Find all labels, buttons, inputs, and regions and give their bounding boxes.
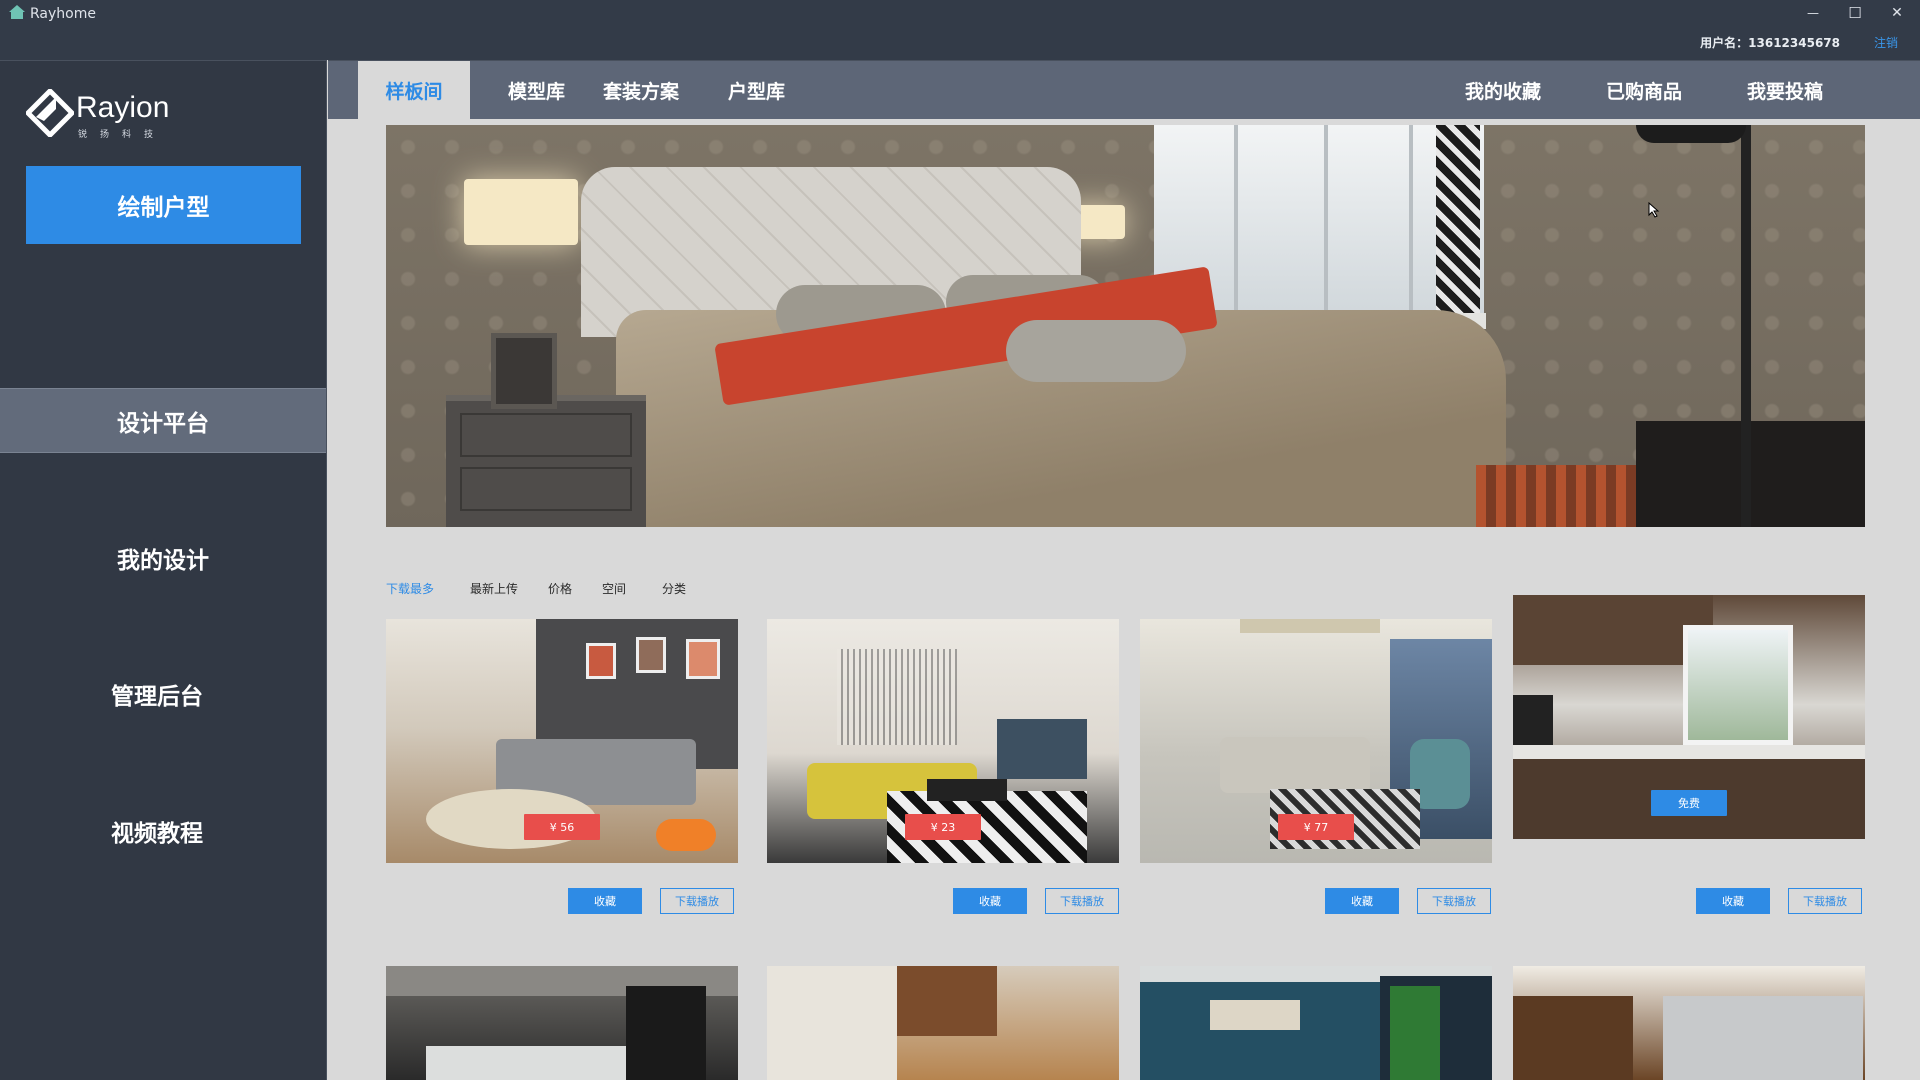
window-titlebar: Rayhome — ☐ ✕ (0, 0, 1920, 26)
tab-purchased[interactable]: 已购商品 (1606, 61, 1682, 120)
featured-banner[interactable] (386, 125, 1865, 527)
tab-submit[interactable]: 我要投稿 (1747, 61, 1823, 120)
house-icon (8, 4, 26, 24)
favorite-button[interactable]: 收藏 (1325, 888, 1399, 914)
download-play-button[interactable]: 下载播放 (1417, 888, 1491, 914)
sidebar: Rayion 锐扬科技 绘制户型 设计平台 我的设计 管理后台 视频教程 (0, 60, 327, 1080)
banner-lamp-shade-top (1636, 125, 1746, 143)
tab-my-favorites[interactable]: 我的收藏 (1465, 61, 1541, 120)
sidebar-item-video-tutorials[interactable]: 视频教程 (0, 798, 320, 863)
design-card-thumbnail[interactable]: ¥ 77 (1140, 619, 1492, 863)
price-badge: ¥ 23 (905, 814, 981, 840)
sidebar-item-my-designs[interactable]: 我的设计 (0, 525, 326, 590)
username-label: 用户名：13612345678 (1700, 36, 1840, 50)
draw-floorplan-button[interactable]: 绘制户型 (26, 166, 301, 244)
price-badge: 免费 (1651, 790, 1727, 816)
design-card-thumbnail[interactable] (767, 966, 1119, 1080)
design-card-thumbnail[interactable] (386, 966, 738, 1080)
sidebar-item-design-platform[interactable]: 设计平台 (0, 388, 326, 453)
banner-floor-lamp (1741, 125, 1751, 527)
design-card-thumbnail[interactable]: ¥ 23 (767, 619, 1119, 863)
filter-category[interactable]: 分类 (662, 580, 686, 597)
banner-nightstand (446, 395, 646, 527)
filter-price[interactable]: 价格 (548, 580, 572, 597)
download-play-button[interactable]: 下载播放 (660, 888, 734, 914)
maximize-icon: ☐ (1848, 4, 1862, 22)
logout-link[interactable]: 注销 (1874, 34, 1898, 51)
favorite-button[interactable]: 收藏 (1696, 888, 1770, 914)
design-card-thumbnail[interactable] (1513, 966, 1865, 1080)
minimize-button[interactable]: — (1796, 2, 1830, 24)
close-button[interactable]: ✕ (1880, 2, 1914, 24)
design-card-thumbnail[interactable]: ¥ 56 (386, 619, 738, 863)
rayion-logo-icon (24, 87, 76, 141)
mouse-cursor-icon (1648, 201, 1660, 222)
tab-showroom[interactable]: 样板间 (358, 61, 470, 120)
favorite-button[interactable]: 收藏 (568, 888, 642, 914)
banner-lamp-left (464, 179, 578, 245)
sidebar-item-admin[interactable]: 管理后台 (0, 661, 320, 726)
favorite-button[interactable]: 收藏 (953, 888, 1027, 914)
close-icon: ✕ (1891, 5, 1903, 21)
maximize-button[interactable]: ☐ (1838, 2, 1872, 24)
download-play-button[interactable]: 下载播放 (1045, 888, 1119, 914)
design-card-thumbnail[interactable] (1140, 966, 1492, 1080)
user-bar: 用户名：13612345678 注销 (0, 26, 1920, 60)
tab-package-plans[interactable]: 套装方案 (603, 61, 679, 120)
download-play-button[interactable]: 下载播放 (1788, 888, 1862, 914)
tab-model-library[interactable]: 模型库 (508, 61, 565, 120)
logo-subtitle: 锐扬科技 (78, 130, 167, 140)
top-tabbar: 样板间 模型库 套装方案 户型库 我的收藏 已购商品 我要投稿 (328, 60, 1920, 120)
banner-pillow (1006, 320, 1186, 382)
banner-curtain (1436, 125, 1480, 325)
logo-word: Rayion (76, 91, 170, 124)
banner-photo-frame (491, 333, 557, 409)
app-title: Rayhome (8, 4, 96, 24)
tab-floorplan-library[interactable]: 户型库 (728, 61, 785, 120)
logo: Rayion 锐扬科技 (24, 87, 186, 143)
price-badge: ¥ 56 (524, 814, 600, 840)
minimize-icon: — (1807, 6, 1819, 20)
filter-space[interactable]: 空间 (602, 580, 626, 597)
filter-most-downloaded[interactable]: 下载最多 (386, 580, 434, 597)
app-title-text: Rayhome (30, 6, 96, 22)
design-card-thumbnail[interactable]: 免费 (1513, 595, 1865, 839)
price-badge: ¥ 77 (1278, 814, 1354, 840)
filter-latest[interactable]: 最新上传 (470, 580, 518, 597)
